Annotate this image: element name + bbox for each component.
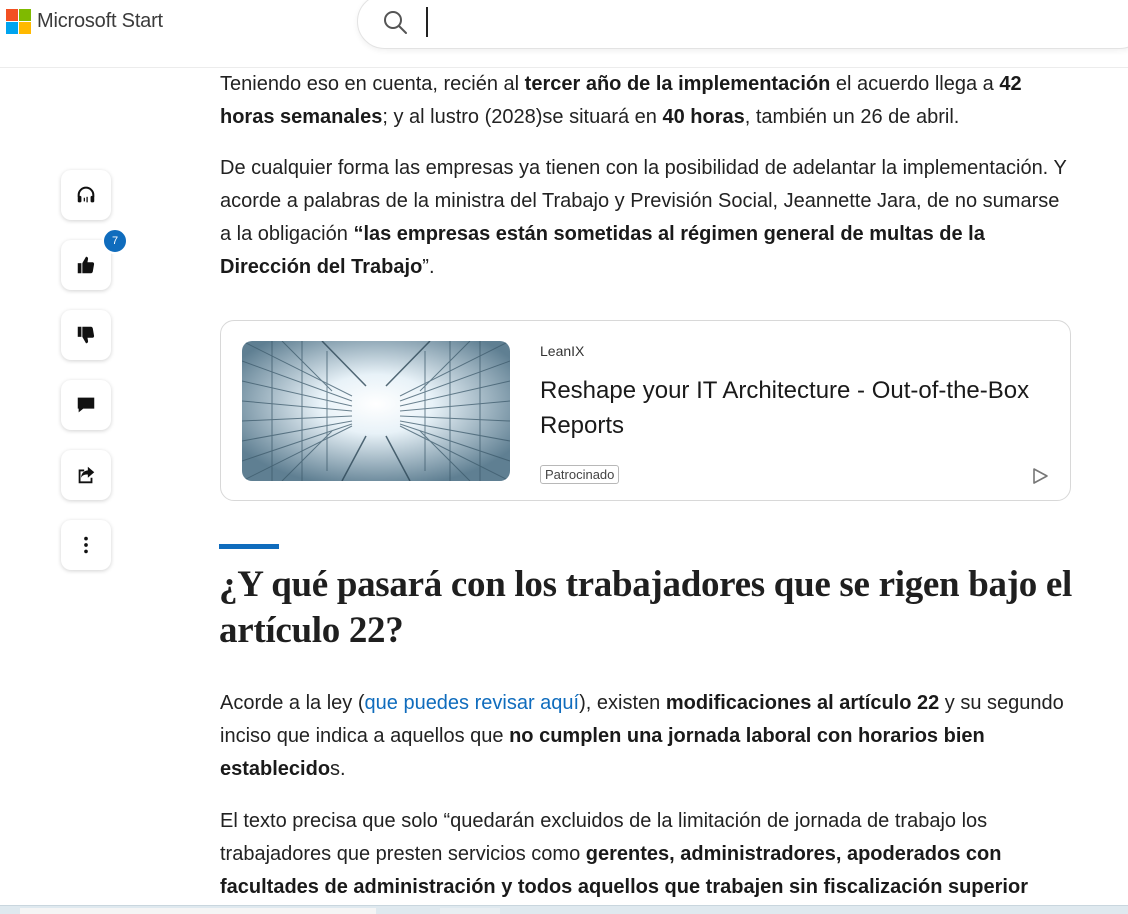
sponsored-ad-card[interactable]: LeanIX Reshape your IT Architecture - Ou… [220, 320, 1071, 501]
ad-choices-icon[interactable] [1031, 467, 1049, 485]
comment-icon [77, 397, 95, 413]
more-vertical-icon [84, 536, 88, 554]
more-options-button[interactable] [61, 520, 111, 570]
paragraph-3: Acorde a la ley (que puedes revisar aquí… [220, 692, 1064, 780]
thumbs-up-icon [77, 256, 95, 274]
listen-button[interactable] [61, 170, 111, 220]
headphones-icon [77, 186, 95, 203]
search-box[interactable] [357, 0, 1128, 49]
sponsored-badge: Patrocinado [540, 465, 620, 484]
section-heading: ¿Y qué pasará con los trabajadores que s… [219, 564, 1073, 651]
thumbs-down-icon [77, 326, 95, 344]
section-accent-bar [219, 544, 279, 549]
share-button[interactable] [61, 450, 111, 500]
microsoft-logo-icon [6, 9, 31, 34]
bottom-toolbar-edge [0, 905, 1128, 914]
ad-image [242, 341, 510, 481]
top-header: Microsoft Start [0, 0, 1128, 68]
search-icon[interactable] [382, 9, 408, 35]
share-icon [78, 466, 95, 484]
paragraph-2: De cualquier forma las empresas ya tiene… [220, 157, 1067, 278]
ad-source: LeanIX [540, 343, 585, 359]
like-count-badge: 7 [102, 228, 128, 254]
comment-button[interactable] [61, 380, 111, 430]
paragraph-1: Teniendo eso en cuenta, recién al tercer… [220, 73, 1022, 128]
law-link[interactable]: que puedes revisar aquí [365, 692, 580, 714]
dislike-button[interactable] [61, 310, 111, 360]
paragraph-4: El texto precisa que solo “quedarán excl… [220, 810, 1028, 898]
search-input[interactable] [426, 7, 1026, 37]
ad-title[interactable]: Reshape your IT Architecture - Out-of-th… [540, 373, 1040, 443]
brand-name: Microsoft Start [37, 10, 163, 32]
microsoft-start-logo-link[interactable]: Microsoft Start [6, 9, 163, 34]
